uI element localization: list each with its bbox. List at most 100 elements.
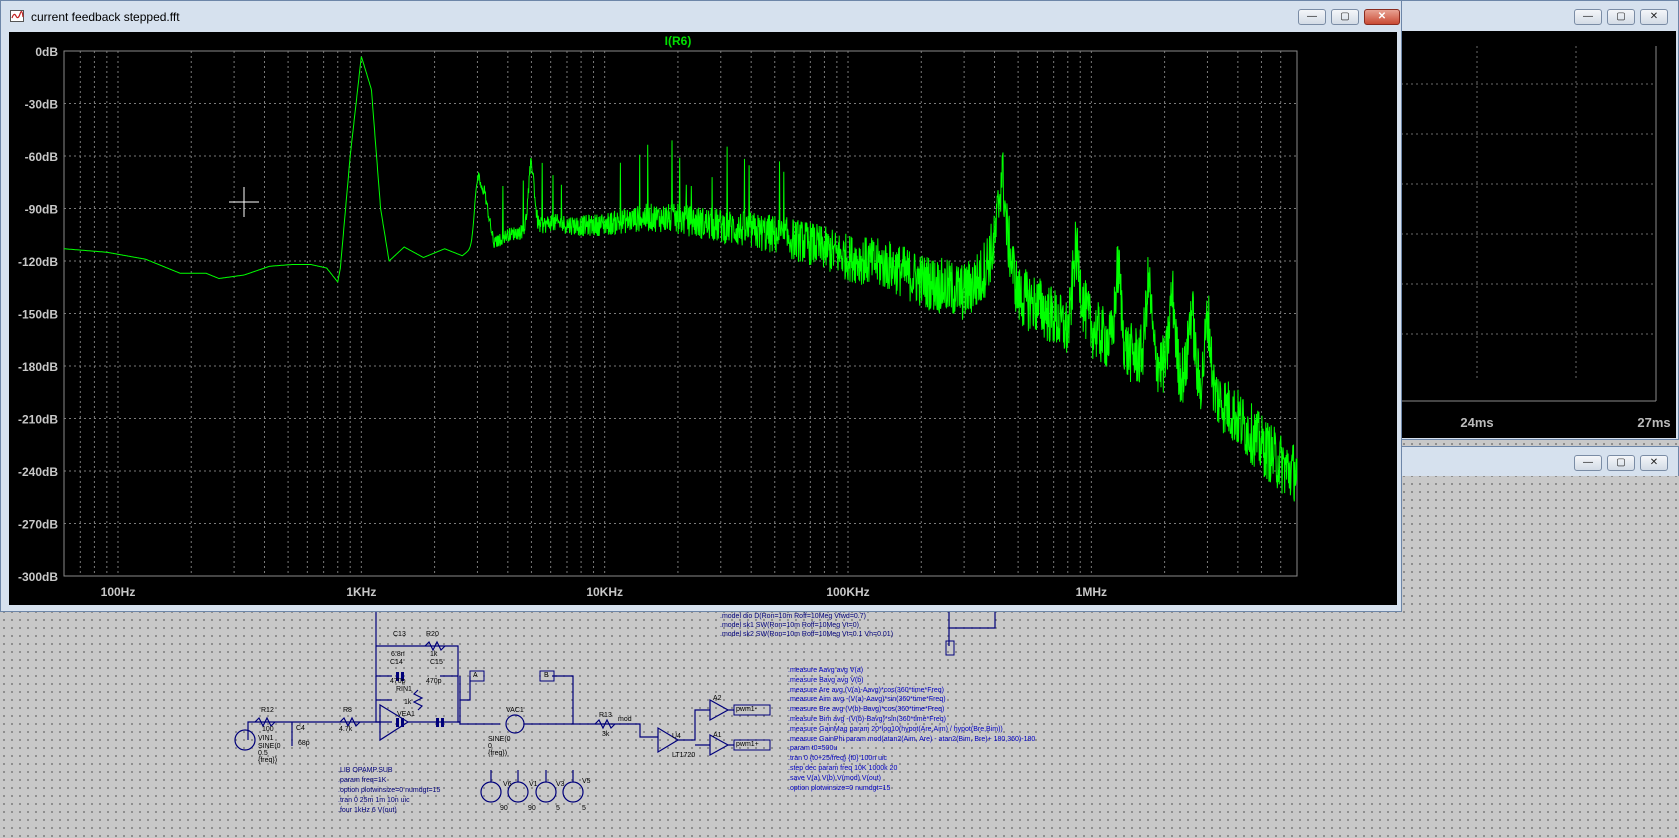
measure-line: .step dec param freq 10K 1000k 20	[788, 764, 898, 772]
y-tick-label: 0dB	[35, 45, 58, 59]
fft-window[interactable]: current feedback stepped.fft — ▢ ✕ 0dB -3…	[0, 0, 1402, 612]
measure-line: .measure Bre avg (V(b)-Bavg)*cos(360*tim…	[788, 706, 945, 714]
y-tick-label: -30dB	[25, 98, 59, 112]
waveform-app-icon	[10, 10, 24, 22]
v1-label: V1	[529, 781, 538, 788]
fft-plot-area[interactable]: 0dB -30dB -60dB -90dB -120dB -150dB -180dB -210…	[9, 32, 1397, 605]
v6-label: V6	[503, 781, 512, 788]
model-line: .model sk1 SW(Ron=10m Roff=10Meg Vt=0)	[720, 622, 859, 629]
pwm1-minus-label: pwm1-	[736, 706, 758, 713]
maximize-button[interactable]: ▢	[1607, 9, 1635, 25]
r20-label: R20	[426, 631, 439, 638]
crosshair-cursor-icon	[229, 187, 259, 217]
secondary-titlebar[interactable]: — ▢ ✕	[1399, 1, 1678, 31]
a2-label: A2	[713, 695, 722, 702]
r20-value: 1k	[430, 651, 438, 658]
fft-titlebar[interactable]: current feedback stepped.fft — ▢ ✕	[1, 1, 1401, 31]
r12-value: 100	[262, 726, 274, 733]
measure-line: .save V(a) V(b) V(mod) V(out)	[788, 774, 881, 782]
trace-label[interactable]: I(R6)	[665, 34, 692, 48]
r13-value: 3k	[602, 731, 610, 738]
u4-label: U4	[672, 733, 681, 740]
sim-directives[interactable]: .LIB OPAMP.SUB .param freq=1K .option pl…	[338, 766, 440, 816]
v3-value: 5	[556, 805, 560, 812]
measure-line: .measure Are avg (V(a)-Aavg)*cos(360*tim…	[788, 686, 945, 694]
minimize-button[interactable]: —	[1574, 455, 1602, 471]
measure-line: .measure Bavg avg V(b)	[788, 676, 864, 684]
r8-label: R8	[343, 707, 352, 714]
x-tick-label: 1MHz	[1076, 585, 1107, 599]
net-flag-a: A	[473, 672, 478, 679]
net-flag-b: B	[544, 672, 549, 679]
y-tick-label: -270dB	[18, 518, 58, 532]
minimize-button[interactable]: —	[1574, 9, 1602, 25]
trace-i-r6	[64, 56, 1298, 502]
rin1-value: 1k	[404, 699, 412, 706]
secondary-plot-window[interactable]: — ▢ ✕ 24ms 27ms	[1398, 0, 1679, 440]
r12-label: R12	[261, 707, 274, 714]
y-tick-label: -120dB	[18, 255, 58, 269]
secondary-plot-svg: 24ms 27ms	[1401, 46, 1671, 430]
vac1-value: SINE(0 0 {freq})	[488, 736, 511, 757]
sim-line: .param freq=1K	[338, 777, 387, 784]
y-tick-label: -300dB	[18, 570, 58, 584]
sim-line: .LIB OPAMP.SUB	[338, 767, 393, 774]
x-tick-label: 10KHz	[586, 585, 623, 599]
measure-line: .measure Bim avg -(V(b)-Bavg)*sin(360*ti…	[788, 715, 946, 723]
window-title: current feedback stepped.fft	[31, 10, 180, 24]
measure-line: .measure Aavg avg V(a)	[788, 667, 864, 674]
c14-label: C14	[390, 659, 403, 666]
vin1-label: VIN1	[258, 735, 274, 742]
y-tick-label: -180dB	[18, 360, 58, 374]
measure-directives[interactable]: .measure Aavg avg V(a) .measure Bavg avg…	[788, 666, 1035, 793]
c4-value: 68p	[298, 740, 310, 747]
measure-line: .measure GainMag param 20*log10(hypot(Ar…	[788, 725, 1003, 733]
measure-line: .measure Aim avg -(V(a)-Aavg)*sin(360*ti…	[788, 696, 946, 704]
c13-label: C13	[393, 631, 406, 638]
c15-value: 470p	[426, 678, 442, 685]
c14-value: 470p	[390, 678, 406, 685]
a1-label: A1	[713, 732, 722, 739]
close-button[interactable]: ✕	[1640, 9, 1668, 25]
close-button[interactable]: ✕	[1364, 9, 1400, 25]
maximize-button[interactable]: ▢	[1607, 455, 1635, 471]
sim-line: .four 1kHz 6 V(out)	[338, 807, 397, 814]
x-tick-label: 24ms	[1460, 415, 1493, 430]
r8-value: 4.7k	[339, 726, 353, 733]
model-line: .model dio D(Ron=10m Roff=10Meg Vfwd=0.7…	[720, 613, 866, 620]
r13-label: R13	[599, 712, 612, 719]
vac1-label: VAC1	[506, 707, 524, 714]
y-tick-label: -60dB	[25, 150, 59, 164]
y-tick-label: -240dB	[18, 465, 58, 479]
mod-label: mod	[618, 716, 632, 723]
x-tick-label: 100Hz	[101, 585, 136, 599]
fft-plot: 0dB -30dB -60dB -90dB -120dB -150dB -180dB -210…	[18, 34, 1298, 599]
v6-value: 90	[500, 805, 508, 812]
model-directives[interactable]: .model dio D(Ron=10m Roff=10Meg Vfwd=0.7…	[720, 612, 893, 639]
schematic-window-titlebar[interactable]: — ▢ ✕	[1398, 446, 1679, 476]
measure-line: .tran 0 {t0+25/freq} {t0} 100n uic	[788, 755, 888, 763]
model-line: .model sk2 SW(Ron=10m Roff=10Meg Vt=0.1 …	[720, 631, 894, 638]
x-tick-label: 27ms	[1637, 415, 1670, 430]
sim-line: .tran 0 25m 1m 10n uic	[338, 797, 410, 804]
maximize-button[interactable]: ▢	[1331, 9, 1359, 25]
measure-line: .measure GainPhi param mod(atan2(Aim, Ar…	[788, 735, 1036, 743]
v3-label: V3	[556, 781, 565, 788]
v5-label: V5	[582, 778, 591, 785]
vea1-label: VEA1	[397, 711, 415, 718]
u4-value: LT1720	[672, 752, 696, 759]
minimize-button[interactable]: —	[1298, 9, 1326, 25]
c15-label: C15	[430, 659, 443, 666]
y-tick-label: -150dB	[18, 308, 58, 322]
rin1-label: RIN1	[396, 686, 412, 693]
v1-value: 90	[528, 805, 536, 812]
y-tick-label: -210dB	[18, 413, 58, 427]
sim-line: .option plotwinsize=0 numdgt=15	[338, 787, 441, 794]
vin1-value: SINE(0 0.5 {freq})	[258, 743, 281, 764]
c4-label: C4	[296, 725, 305, 732]
pwm1-plus-label: pwm1+	[736, 741, 759, 748]
measure-line: .param t0=500u	[788, 745, 838, 753]
measure-line: .option plotwinsize=0 numdgt=15	[788, 784, 891, 792]
close-button[interactable]: ✕	[1640, 455, 1668, 471]
secondary-plot-area[interactable]: 24ms 27ms	[1401, 31, 1676, 438]
